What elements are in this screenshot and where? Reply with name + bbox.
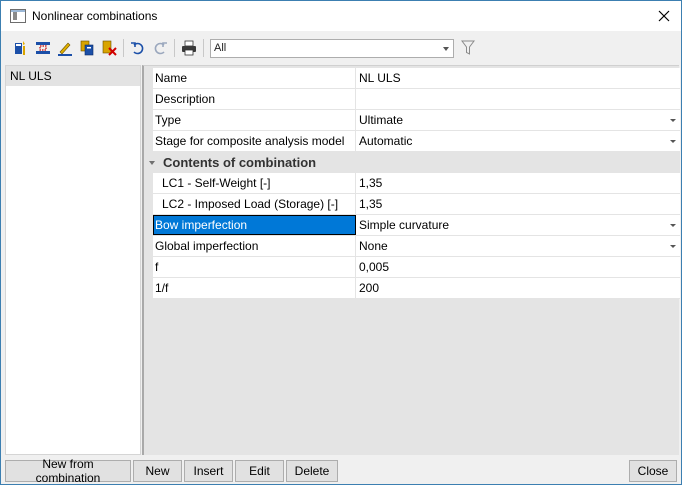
edit-button[interactable]: [54, 37, 76, 59]
copy-icon: [80, 40, 94, 56]
lc1-factor-field[interactable]: 1,35: [356, 173, 680, 193]
property-row-type: Type Ultimate: [153, 110, 680, 131]
chevron-down-icon: [670, 224, 676, 227]
print-button[interactable]: [178, 37, 200, 59]
new-combination-button[interactable]: [10, 37, 32, 59]
close-icon: [658, 10, 670, 22]
property-row-lc2: LC2 - Imposed Load (Storage) [-] 1,35: [153, 194, 680, 215]
property-label: Global imperfection: [153, 236, 356, 256]
property-label: LC2 - Imposed Load (Storage) [-]: [153, 194, 356, 214]
property-label: f: [153, 257, 356, 277]
undo-icon: [131, 42, 144, 55]
nonlinear-combinations-dialog: Nonlinear combinations All NL ULS Name N…: [0, 0, 682, 485]
list-item[interactable]: NL ULS: [6, 66, 140, 86]
property-label: Name: [153, 68, 356, 88]
close-window-button[interactable]: [653, 5, 675, 27]
lc2-value: 1,35: [359, 197, 383, 211]
property-label: LC1 - Self-Weight [-]: [153, 173, 356, 193]
property-row-description: Description: [153, 89, 680, 110]
property-label: Bow imperfection: [153, 215, 356, 235]
property-row-stage: Stage for composite analysis model Autom…: [153, 131, 680, 152]
property-row-name: Name NL ULS: [153, 68, 680, 89]
undo-button[interactable]: [127, 37, 149, 59]
toolbar: All: [2, 34, 680, 62]
insert-button[interactable]: Insert: [184, 460, 233, 482]
property-label: Description: [153, 89, 356, 109]
new-button[interactable]: New: [133, 460, 182, 482]
contents-section-header[interactable]: Contents of combination: [144, 152, 680, 173]
property-label: 1/f: [153, 278, 356, 298]
redo-icon: [154, 42, 167, 55]
chevron-down-icon: [670, 245, 676, 248]
button-bar: New from combination New Insert Edit Del…: [5, 457, 677, 485]
property-row-lc1: LC1 - Self-Weight [-] 1,35: [153, 173, 680, 194]
delete-icon: [102, 40, 117, 56]
title-bar: Nonlinear combinations: [1, 1, 681, 31]
chevron-down-icon: [670, 140, 676, 143]
copy-button[interactable]: [76, 37, 98, 59]
properties-panel: Name NL ULS Description Type Ultimate St…: [142, 65, 680, 455]
inv-f-value: 200: [359, 281, 380, 295]
filter-dropdown[interactable]: All: [210, 38, 454, 58]
stage-value: Automatic: [359, 134, 413, 148]
edit-icon: [58, 42, 72, 56]
property-row-inv-f: 1/f 200: [153, 278, 680, 299]
type-select[interactable]: Ultimate: [356, 110, 680, 130]
property-grid: Name NL ULS Description Type Ultimate St…: [144, 68, 680, 299]
print-icon: [182, 40, 196, 56]
bow-imperfection-select[interactable]: Simple curvature: [356, 215, 680, 235]
close-button[interactable]: Close: [629, 460, 677, 482]
stage-select[interactable]: Automatic: [356, 131, 680, 151]
name-value: NL ULS: [359, 71, 401, 85]
type-value: Ultimate: [359, 113, 404, 127]
chevron-down-icon: [443, 46, 449, 51]
property-row-bow[interactable]: Bow imperfection Simple curvature: [153, 215, 680, 236]
property-label: Type: [153, 110, 356, 130]
section-title: Contents of combination: [163, 155, 317, 170]
combination-list: NL ULS: [5, 65, 141, 455]
collapse-triangle-icon: [149, 160, 155, 165]
description-field[interactable]: [356, 89, 680, 109]
bow-value: Simple curvature: [359, 218, 450, 232]
property-label: Stage for composite analysis model: [153, 131, 356, 151]
property-row-f: f 0,005: [153, 257, 680, 278]
lc2-factor-field[interactable]: 1,35: [356, 194, 680, 214]
delete-button[interactable]: [98, 37, 120, 59]
property-row-global: Global imperfection None: [153, 236, 680, 257]
app-window-icon: [10, 9, 26, 23]
toolbar-separator: [174, 39, 175, 57]
f-value: 0,005: [359, 260, 390, 274]
delete-button[interactable]: Delete: [286, 460, 338, 482]
edit-button[interactable]: Edit: [235, 460, 284, 482]
new-combination-icon: [15, 41, 25, 55]
name-field[interactable]: NL ULS: [356, 68, 680, 88]
new-from-combination-button[interactable]: New from combination: [5, 457, 131, 485]
global-value: None: [359, 239, 388, 253]
toolbar-separator: [203, 39, 204, 57]
filter-value: All: [214, 42, 227, 54]
filter-icon: [461, 40, 475, 55]
chevron-down-icon: [670, 119, 676, 122]
window-title: Nonlinear combinations: [32, 9, 158, 23]
global-imperfection-select[interactable]: None: [356, 236, 680, 256]
toolbar-separator: [123, 39, 124, 57]
insert-row-button[interactable]: [32, 37, 54, 59]
filter-button[interactable]: [458, 38, 478, 58]
redo-button[interactable]: [149, 37, 171, 59]
insert-row-icon: [36, 42, 50, 54]
lc1-value: 1,35: [359, 176, 383, 190]
inv-f-field[interactable]: 200: [356, 278, 680, 298]
f-field[interactable]: 0,005: [356, 257, 680, 277]
